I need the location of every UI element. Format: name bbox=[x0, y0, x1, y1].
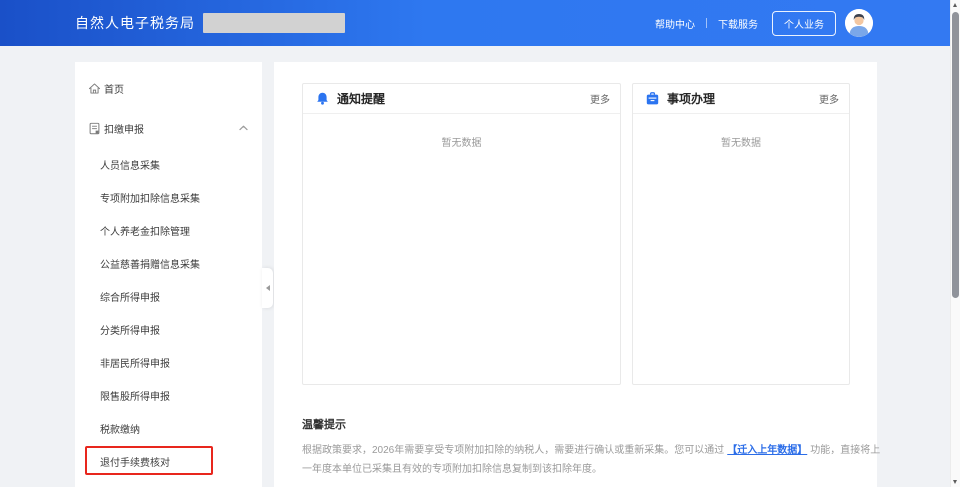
sidebar-subitem-label: 非居民所得申报 bbox=[100, 355, 170, 370]
collapse-arrow-icon bbox=[266, 285, 270, 291]
sidebar-item-personnel-info[interactable]: 人员信息采集 bbox=[75, 148, 262, 181]
main-panel: 通知提醒 更多 暂无数据 事项办理 更多 暂无数据 温馨提示 根据政策要求，20… bbox=[274, 62, 877, 487]
sidebar-item-pension-deduction[interactable]: 个人养老金扣除管理 bbox=[75, 214, 262, 247]
tips-text: 根据政策要求，2026年需要享受专项附加扣除的纳税人，需要进行确认或重新采集。您… bbox=[302, 441, 882, 479]
sidebar-subitem-label: 退付手续费核对 bbox=[100, 454, 170, 469]
header-divider bbox=[706, 18, 707, 28]
notification-card-header: 通知提醒 更多 bbox=[303, 84, 620, 114]
tips-text-before: 根据政策要求，2026年需要享受专项附加扣除的纳税人，需要进行确认或重新采集。您… bbox=[302, 445, 724, 456]
empty-state-text: 暂无数据 bbox=[303, 134, 620, 149]
import-last-year-data-link[interactable]: 【迁入上年数据】 bbox=[727, 445, 807, 456]
download-service-link[interactable]: 下载服务 bbox=[718, 16, 758, 31]
tips-title: 温馨提示 bbox=[302, 416, 882, 432]
notification-card: 通知提醒 更多 暂无数据 bbox=[302, 83, 621, 385]
help-center-link[interactable]: 帮助中心 bbox=[655, 16, 695, 31]
sidebar-subitem-label: 个人养老金扣除管理 bbox=[100, 223, 190, 238]
sidebar-item-refund-fee-check[interactable]: 退付手续费核对 bbox=[75, 445, 262, 478]
matters-card-header: 事项办理 更多 bbox=[633, 84, 849, 114]
sidebar-item-special-deduction-info[interactable]: 专项附加扣除信息采集 bbox=[75, 181, 262, 214]
briefcase-icon bbox=[646, 92, 659, 105]
sidebar-subitem-label: 公益慈善捐赠信息采集 bbox=[100, 256, 200, 271]
form-icon bbox=[88, 122, 101, 135]
chevron-up-icon bbox=[239, 125, 248, 131]
scroll-down-arrow-icon[interactable] bbox=[953, 480, 957, 484]
matters-card: 事项办理 更多 暂无数据 bbox=[632, 83, 850, 385]
notification-more-link[interactable]: 更多 bbox=[590, 91, 610, 106]
sidebar-item-comprehensive-income[interactable]: 综合所得申报 bbox=[75, 280, 262, 313]
sidebar-item-classified-income[interactable]: 分类所得申报 bbox=[75, 313, 262, 346]
tips-section: 温馨提示 根据政策要求，2026年需要享受专项附加扣除的纳税人，需要进行确认或重… bbox=[302, 416, 882, 479]
personal-business-button[interactable]: 个人业务 bbox=[772, 11, 836, 36]
sidebar-subitem-label: 限售股所得申报 bbox=[100, 388, 170, 403]
sidebar-item-nonresident-income[interactable]: 非居民所得申报 bbox=[75, 346, 262, 379]
sidebar-subitem-label: 人员信息采集 bbox=[100, 157, 160, 172]
scrollbar[interactable] bbox=[950, 0, 960, 487]
card-title: 通知提醒 bbox=[337, 90, 385, 107]
app-title: 自然人电子税务局 bbox=[75, 13, 195, 33]
scroll-up-arrow-icon[interactable] bbox=[953, 3, 957, 7]
avatar-person-icon bbox=[845, 9, 873, 37]
sidebar-subitem-label: 专项附加扣除信息采集 bbox=[100, 190, 200, 205]
sidebar-item-charity-donation[interactable]: 公益慈善捐赠信息采集 bbox=[75, 247, 262, 280]
sidebar: 首页 扣缴申报 人员信息采集 专项附加扣除信息采集 个人养老金扣除管理 公益慈善… bbox=[75, 62, 262, 487]
sidebar-subitem-label: 分类所得申报 bbox=[100, 322, 160, 337]
sidebar-subitem-label: 税款缴纳 bbox=[100, 421, 140, 436]
scrollbar-thumb[interactable] bbox=[952, 12, 959, 298]
org-name-redacted bbox=[203, 13, 345, 33]
card-title: 事项办理 bbox=[667, 90, 715, 107]
sidebar-item-tax-payment[interactable]: 税款缴纳 bbox=[75, 412, 262, 445]
sidebar-item-label: 首页 bbox=[104, 81, 124, 96]
bell-icon bbox=[316, 92, 329, 105]
sidebar-subitem-label: 综合所得申报 bbox=[100, 289, 160, 304]
header-actions: 帮助中心 下载服务 个人业务 bbox=[655, 9, 873, 37]
matters-more-link[interactable]: 更多 bbox=[819, 91, 839, 106]
app-header: 自然人电子税务局 帮助中心 下载服务 个人业务 bbox=[0, 0, 950, 46]
home-icon bbox=[88, 82, 101, 95]
empty-state-text: 暂无数据 bbox=[633, 134, 849, 149]
avatar[interactable] bbox=[845, 9, 873, 37]
sidebar-item-restricted-shares[interactable]: 限售股所得申报 bbox=[75, 379, 262, 412]
sidebar-item-home[interactable]: 首页 bbox=[75, 68, 262, 108]
sidebar-item-label: 扣缴申报 bbox=[104, 121, 144, 136]
sidebar-item-withholding[interactable]: 扣缴申报 bbox=[75, 108, 262, 148]
cards-row: 通知提醒 更多 暂无数据 事项办理 更多 暂无数据 bbox=[302, 83, 877, 385]
collapse-sidebar-handle[interactable] bbox=[262, 268, 273, 308]
